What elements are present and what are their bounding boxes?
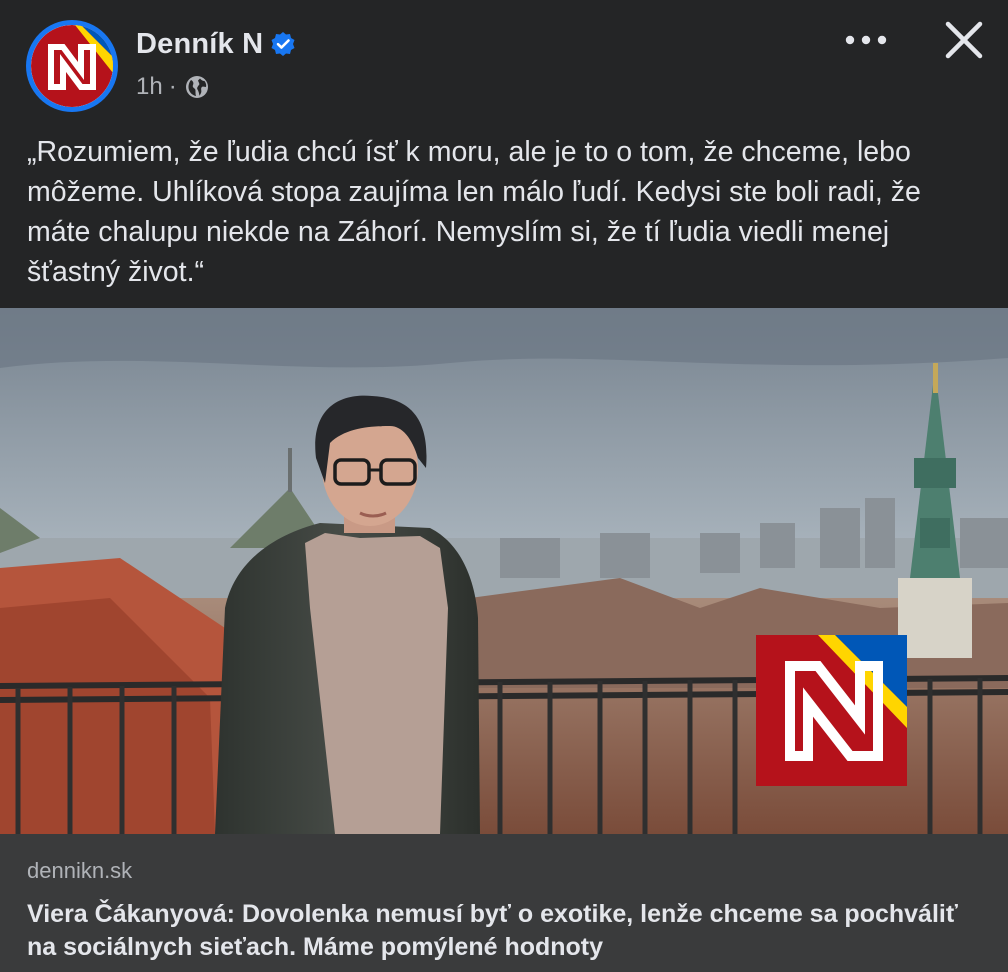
more-options-button[interactable] [838, 24, 894, 56]
verified-badge-icon [271, 32, 295, 56]
close-button[interactable] [940, 16, 988, 64]
post-photo[interactable] [0, 308, 1008, 834]
link-headline: Viera Čákanyová: Dovolenka nemusí byť o … [27, 900, 958, 961]
page-avatar[interactable] [26, 20, 118, 112]
close-icon [945, 21, 983, 59]
facebook-post: Denník N 1h · „Rozumiem, že ľudia chcú í… [0, 0, 1008, 972]
post-meta: 1h · [136, 72, 209, 102]
post-header: Denník N 1h · [0, 0, 1008, 120]
page-name[interactable]: Denník N [136, 28, 263, 61]
globe-icon[interactable] [185, 75, 209, 99]
post-text: „Rozumiem, že ľudia chcú ísť k moru, ale… [27, 136, 921, 288]
link-domain: dennikn.sk [27, 858, 133, 883]
denník-n-watermark [756, 635, 907, 786]
link-preview-card[interactable]: dennikn.sk Viera Čákanyová: Dovolenka ne… [0, 834, 1008, 972]
more-options-icon [845, 35, 887, 45]
post-timestamp[interactable]: 1h [136, 73, 163, 101]
meta-separator: · [168, 73, 177, 100]
photo-illustration [0, 308, 1008, 834]
denník-n-logo [31, 25, 113, 107]
